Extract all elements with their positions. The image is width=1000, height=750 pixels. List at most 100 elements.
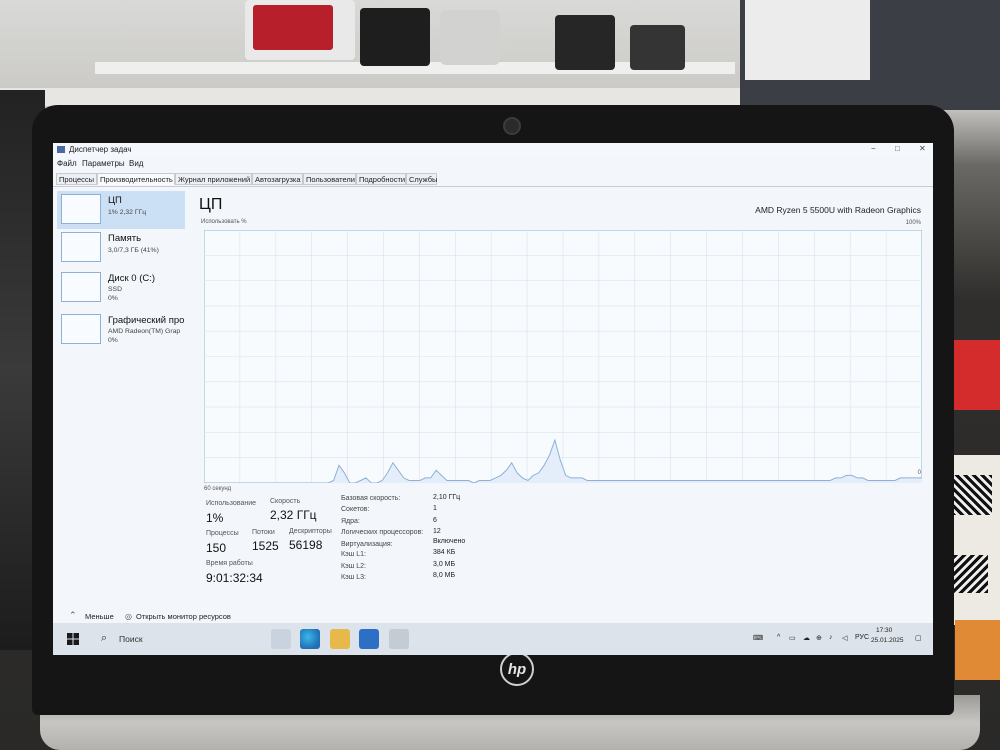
microwave-door: [253, 5, 333, 50]
spec-label: Виртуализация:: [341, 541, 393, 548]
task-manager-taskbar-icon[interactable]: [389, 629, 409, 649]
sidebar-item-detail: 1% 2,32 ГГц: [108, 209, 147, 216]
menu-bar: Файл Параметры Вид: [53, 157, 933, 170]
memory-thumbnail-graph: [61, 232, 101, 262]
keyboard-icon[interactable]: ⌨: [753, 634, 763, 642]
usage-value: 1%: [206, 511, 224, 525]
window-titlebar: Диспетчер задач − □ ✕: [53, 143, 933, 157]
tab-users[interactable]: Пользователи: [303, 173, 356, 185]
disk-thumbnail-graph: [61, 272, 101, 302]
spec-value: 2,10 ГГц: [433, 494, 461, 501]
hp-logo: hp: [500, 652, 534, 686]
task-manager-icon: [57, 146, 65, 153]
cpu-heading: ЦП: [199, 196, 223, 213]
tab-details[interactable]: Подробности: [356, 173, 406, 185]
mail-icon[interactable]: [359, 629, 379, 649]
processes-value: 150: [206, 541, 227, 555]
webcam-icon: [503, 117, 521, 135]
sidebar-item-usage: 0%: [108, 295, 118, 302]
sidebar-item-title: Память: [108, 233, 142, 244]
language-indicator[interactable]: РУС: [855, 634, 869, 641]
spec-label: Базовая скорость:: [341, 495, 401, 502]
clock-date[interactable]: 25.01.2025: [871, 637, 904, 644]
menu-options[interactable]: Параметры: [82, 159, 125, 168]
usage-axis-label: Использовать %: [201, 219, 247, 225]
store-white-panel: [745, 0, 870, 80]
spec-label: Кэш L1:: [341, 551, 366, 558]
file-explorer-icon[interactable]: [330, 629, 350, 649]
task-view-icon[interactable]: [271, 629, 291, 649]
open-resource-monitor-link[interactable]: Открыть монитор ресурсов: [136, 612, 231, 621]
menu-file[interactable]: Файл: [57, 159, 77, 168]
cpu-model-name: AMD Ryzen 5 5500U with Radeon Graphics: [755, 205, 921, 215]
laptop-screen: Диспетчер задач − □ ✕ Файл Параметры Вид…: [53, 143, 933, 655]
maximize-button[interactable]: □: [895, 144, 900, 153]
qr-code-sticker-2: [950, 555, 988, 593]
minimize-button[interactable]: −: [871, 144, 876, 153]
spec-value: 1: [433, 505, 437, 512]
resource-monitor-icon: ◎: [125, 612, 132, 621]
clock-time[interactable]: 17:30: [876, 627, 892, 634]
threads-value: 1525: [252, 539, 279, 553]
chevron-up-icon[interactable]: ^: [777, 634, 780, 641]
fewer-details-link[interactable]: Меньше: [85, 612, 114, 621]
spec-label: Кэш L3:: [341, 574, 366, 581]
tab-performance[interactable]: Производительность: [97, 173, 175, 185]
tab-startup[interactable]: Автозагрузка: [252, 173, 303, 185]
sidebar-item-memory[interactable]: Память 3,0/7,3 ГБ (41%): [57, 229, 185, 267]
tab-app-history[interactable]: Журнал приложений: [175, 173, 252, 185]
processes-label: Процессы: [206, 530, 239, 537]
handles-label: Дескрипторы: [289, 528, 332, 535]
spec-value: 8,0 МБ: [433, 572, 456, 579]
menu-view[interactable]: Вид: [129, 159, 143, 168]
windows-taskbar: ⌕ Поиск ⌨ ^ ▭ ☁ ⊕ ♪ ◁ РУС 17:30 25.01.20…: [53, 623, 933, 655]
spec-value: 3,0 МБ: [433, 561, 456, 568]
windows-start-icon[interactable]: [67, 633, 79, 645]
search-icon[interactable]: ⌕: [101, 632, 107, 645]
edge-browser-icon[interactable]: [300, 629, 320, 649]
speed-value: 2,32 ГГц: [270, 508, 317, 522]
qr-code-sticker: [952, 475, 992, 515]
handles-value: 56198: [289, 538, 323, 552]
time-axis-label: 60 секунд: [204, 486, 232, 492]
sidebar-item-disk[interactable]: Диск 0 (C:) SSD 0%: [57, 269, 185, 311]
appliance-coffee-maker: [555, 15, 615, 70]
uptime-value: 9:01:32:34: [206, 571, 263, 585]
percent-max-label: 100%: [905, 220, 921, 226]
spec-label: Ядра:: [341, 518, 360, 525]
sidebar-item-detail: 3,0/7,3 ГБ (41%): [108, 247, 159, 254]
tab-services[interactable]: Службы: [406, 173, 437, 185]
close-button[interactable]: ✕: [919, 144, 926, 153]
spec-value: Включено: [433, 538, 466, 545]
appliance-toaster: [630, 25, 685, 70]
sidebar-item-gpu[interactable]: Графический про AMD Radeon(TM) Grap 0%: [57, 311, 185, 353]
volume-icon[interactable]: ♪: [829, 634, 833, 641]
sidebar-item-cpu[interactable]: ЦП 1% 2,32 ГГц: [57, 191, 185, 229]
notifications-icon[interactable]: ▢: [915, 634, 922, 642]
usage-label: Использование: [206, 500, 257, 507]
sidebar-item-detail: SSD: [108, 286, 122, 293]
spec-label: Кэш L2:: [341, 563, 366, 570]
product-box-orange: [955, 620, 1000, 680]
network-icon[interactable]: ⊕: [816, 634, 822, 642]
taskbar-search-box[interactable]: Поиск: [119, 634, 143, 644]
cpu-usage-graph: [204, 230, 922, 483]
cpu-thumbnail-graph: [61, 194, 101, 224]
tab-bar: Процессы Производительность Журнал прило…: [53, 171, 933, 187]
cloud-icon[interactable]: ☁: [803, 634, 810, 642]
uptime-label: Время работы: [206, 560, 253, 567]
chevron-up-icon[interactable]: ⌃: [69, 610, 77, 621]
window-title: Диспетчер задач: [69, 145, 132, 154]
percent-min-label: 0: [917, 470, 921, 476]
volume-2-icon[interactable]: ◁: [842, 634, 847, 642]
footer-bar: ⌃ Меньше ◎ Открыть монитор ресурсов: [53, 609, 933, 623]
appliance-kettle: [440, 10, 500, 65]
battery-icon[interactable]: ▭: [789, 634, 796, 642]
sidebar-item-detail: AMD Radeon(TM) Grap: [108, 328, 181, 335]
spec-label: Сокетов:: [341, 506, 370, 513]
sidebar-item-title: Диск 0 (C:): [108, 273, 156, 284]
threads-label: Потоки: [252, 529, 275, 536]
speed-label: Скорость: [270, 498, 301, 505]
performance-sidebar: ЦП 1% 2,32 ГГц Память 3,0/7,3 ГБ (41%) Д…: [57, 189, 185, 609]
tab-processes[interactable]: Процессы: [56, 173, 97, 185]
